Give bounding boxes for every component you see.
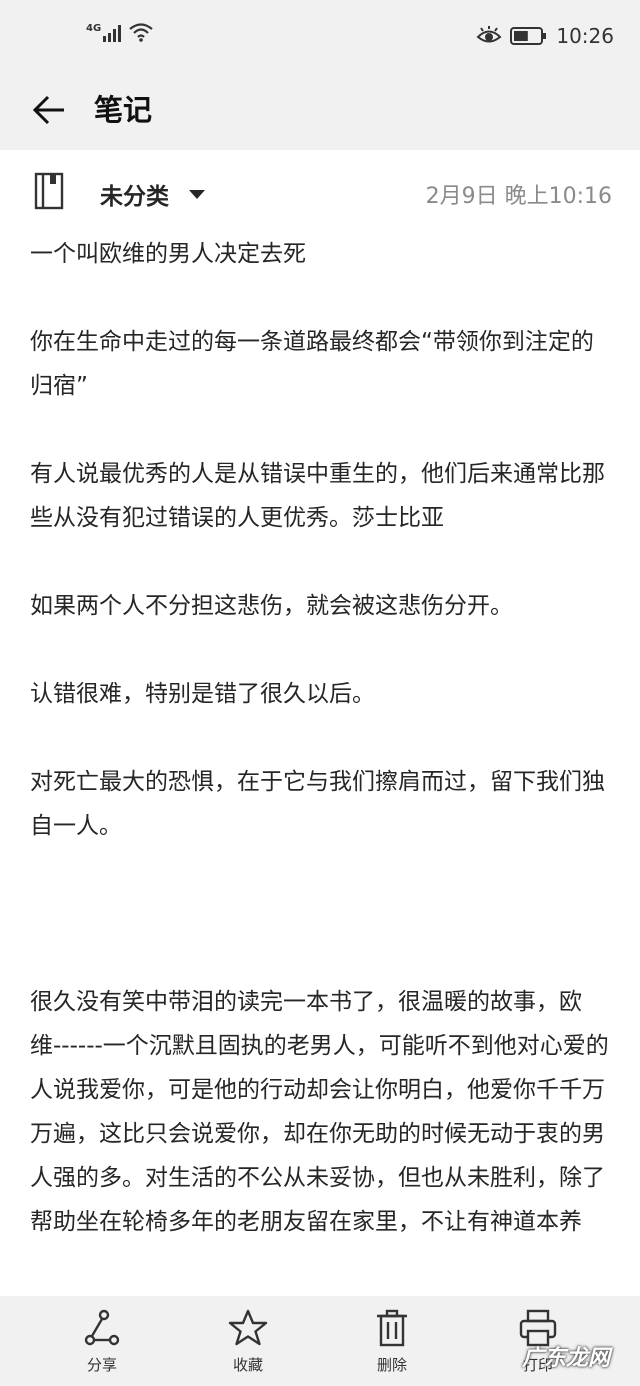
back-arrow-icon[interactable] (30, 90, 70, 130)
favorite-button[interactable]: 收藏 (208, 1308, 288, 1375)
battery-icon (510, 27, 547, 45)
delete-label: 删除 (376, 1356, 407, 1374)
favorite-label: 收藏 (232, 1356, 263, 1374)
delete-button[interactable]: 删除 (352, 1308, 432, 1375)
note-paragraph-4: 如果两个人不分担这悲伤，就会被这悲伤分开。 (30, 593, 513, 619)
note-paragraph-6: 对死亡最大的恐惧，在于它与我们擦肩而过，留下我们独自一人。 (30, 769, 605, 839)
page-title: 笔记 (94, 93, 153, 127)
note-timestamp: 2月9日 晚上10:16 (425, 184, 612, 209)
share-button[interactable]: 分享 (62, 1308, 142, 1375)
category-label: 未分类 (100, 184, 169, 210)
category-dropdown[interactable]: 未分类 (100, 177, 205, 211)
share-icon (84, 1309, 120, 1346)
note-content[interactable]: 一个叫欧维的男人决定去死 你在生命中走过的每一条道路最终都会“带领你到注定的归宿… (30, 232, 610, 1296)
share-label: 分享 (86, 1356, 117, 1374)
status-bar: 4G 10:26 (0, 0, 640, 78)
note-paragraph-1: 一个叫欧维的男人决定去死 (30, 241, 306, 267)
notebook-icon (34, 172, 64, 210)
star-icon (228, 1309, 268, 1346)
watermark: 广东龙网 (522, 1340, 610, 1372)
status-right: 10:26 (476, 24, 614, 48)
signal-icon (103, 25, 122, 42)
trash-icon (377, 1309, 407, 1347)
note-paragraph-2: 你在生命中走过的每一条道路最终都会“带领你到注定的归宿” (30, 329, 594, 399)
note-paragraph-3: 有人说最优秀的人是从错误中重生的，他们后来通常比那些从没有犯过错误的人更优秀。莎… (30, 461, 605, 531)
note-meta-row: 未分类 2月9日 晚上10:16 (0, 150, 640, 230)
watermark-text: 广东龙网 (521, 1346, 610, 1371)
app-bar: 笔记 (0, 78, 640, 150)
status-left: 4G (86, 22, 154, 42)
eye-comfort-icon (476, 26, 502, 43)
network-type: 4G (86, 23, 102, 34)
wifi-icon (129, 23, 153, 42)
clock: 10:26 (556, 24, 614, 48)
chevron-down-icon (189, 189, 205, 199)
note-paragraph-7: 很久没有笑中带泪的读完一本书了，很温暖的故事，欧维------一个沉默且固执的老… (30, 989, 609, 1235)
note-paragraph-5: 认错很难，特别是错了很久以后。 (30, 681, 375, 707)
